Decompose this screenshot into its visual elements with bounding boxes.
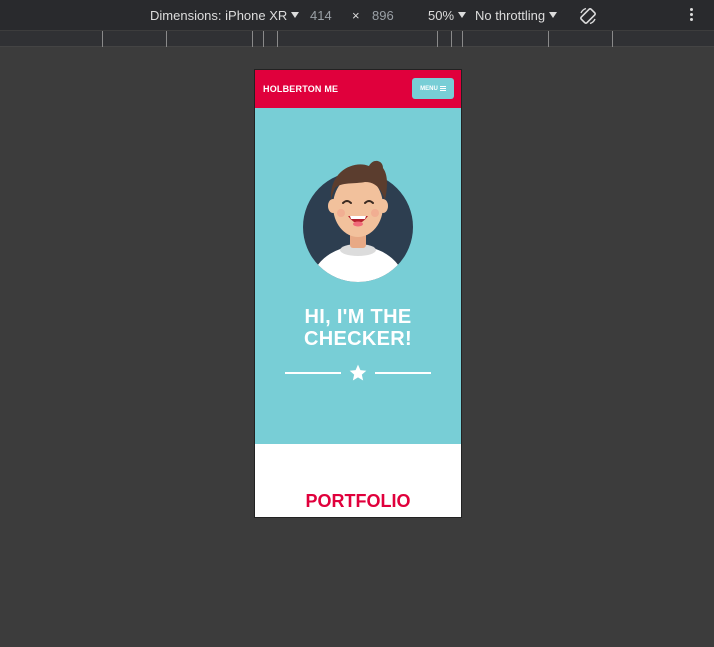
chevron-down-icon	[291, 12, 300, 18]
device-toolbar: Dimensions: iPhone XR 414 × 896 50% No t…	[0, 0, 714, 31]
width-input[interactable]: 414	[310, 8, 332, 23]
rotate-icon[interactable]	[578, 6, 598, 26]
star-divider	[285, 363, 431, 383]
media-query-ruler	[0, 31, 714, 47]
hero-section: HI, I'M THE CHECKER!	[255, 108, 461, 444]
throttling-label: No throttling	[475, 8, 546, 23]
star-icon	[349, 364, 367, 381]
portfolio-section: PORTFOLIO	[255, 444, 461, 517]
menu-button[interactable]: MENU	[412, 78, 454, 99]
device-dimensions-label: Dimensions: iPhone XR	[150, 8, 288, 23]
dimension-separator: ×	[352, 8, 360, 23]
device-viewport: HOLBERTON ME MENU HI, I'M THE CHECKER! P…	[254, 69, 462, 518]
navbar: HOLBERTON ME MENU	[255, 70, 461, 108]
hamburger-icon	[439, 85, 446, 92]
more-options-icon[interactable]	[690, 8, 694, 22]
chevron-down-icon	[458, 12, 467, 18]
zoom-label: 50%	[428, 8, 455, 23]
hero-title: HI, I'M THE CHECKER!	[304, 306, 412, 350]
device-dimensions-dropdown[interactable]: Dimensions: iPhone XR	[150, 8, 300, 23]
height-input[interactable]: 896	[372, 8, 394, 23]
brand-link[interactable]: HOLBERTON ME	[263, 84, 338, 94]
throttling-dropdown[interactable]: No throttling	[475, 8, 558, 23]
chevron-down-icon	[549, 12, 558, 18]
zoom-dropdown[interactable]: 50%	[428, 8, 467, 23]
portfolio-title: PORTFOLIO	[305, 491, 411, 511]
menu-label: MENU	[420, 85, 438, 92]
avatar	[303, 160, 413, 282]
